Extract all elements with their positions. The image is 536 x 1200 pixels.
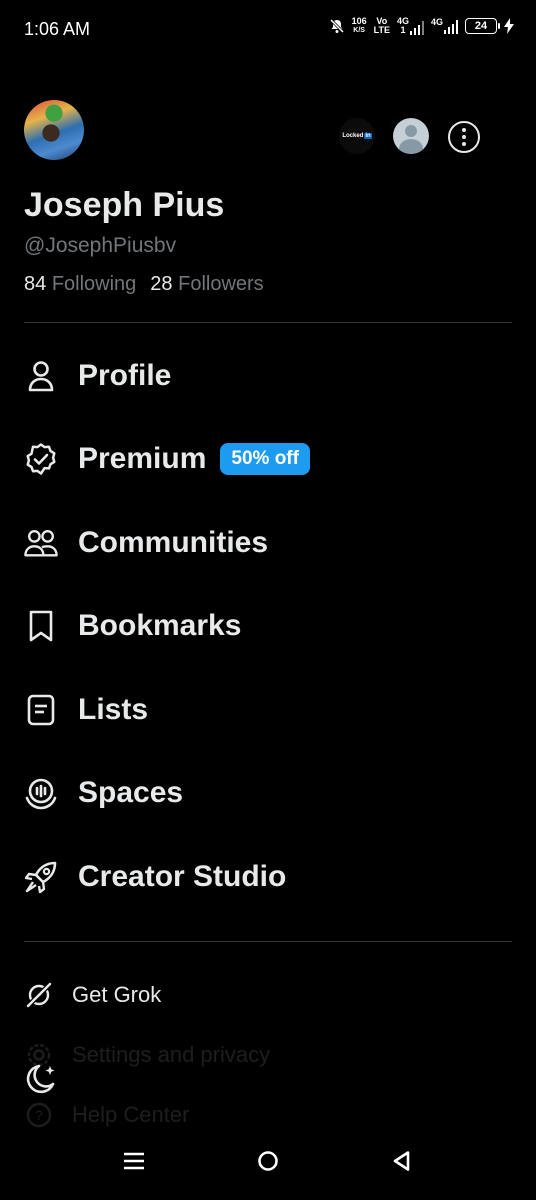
settings-label: Settings and privacy: [72, 1042, 271, 1067]
help-icon: ?: [24, 1100, 54, 1130]
system-navigation-bar: [0, 1130, 536, 1200]
other-account-label: Locked: [342, 133, 364, 139]
notifications-muted-icon: [329, 18, 344, 34]
profile-avatar[interactable]: [24, 100, 84, 160]
signal-bars-icon: [409, 19, 424, 35]
sim1-signal: 4G 1: [397, 17, 424, 35]
menu-item-get-grok[interactable]: Get Grok: [24, 980, 512, 1010]
menu-item-premium[interactable]: Premium 50% off: [24, 418, 512, 502]
communities-icon: [24, 526, 58, 560]
linkedin-mark: in: [364, 133, 372, 139]
network-speed: 106 K/S: [352, 17, 367, 35]
menu-item-settings[interactable]: Settings and privacy: [24, 1040, 512, 1070]
rocket-icon: [24, 860, 58, 894]
spaces-icon: [24, 776, 58, 810]
volte-indicator: Vo LTE: [374, 17, 390, 35]
grok-icon: [24, 980, 54, 1010]
get-grok-label: Get Grok: [72, 982, 162, 1007]
menu-item-communities[interactable]: Communities: [24, 501, 512, 585]
menu-item-lists[interactable]: Lists: [24, 668, 512, 752]
net-speed-unit: K/S: [353, 27, 365, 34]
following-link[interactable]: 84 Following: [24, 273, 136, 296]
menu-item-help-center[interactable]: ? Help Center: [24, 1100, 512, 1130]
volte-bottom: LTE: [373, 25, 390, 35]
sim1-slot: 1: [400, 25, 406, 35]
menu-label: Creator Studio: [78, 859, 287, 893]
help-center-label: Help Center: [72, 1102, 190, 1127]
status-time: 1:06 AM: [24, 19, 91, 39]
followers-link[interactable]: 28 Followers: [150, 273, 263, 296]
more-options-button[interactable]: [448, 121, 480, 153]
dot-icon: [462, 135, 466, 139]
svg-text:?: ?: [35, 1107, 43, 1123]
sim2-signal: 4G: [431, 18, 458, 34]
profile-name[interactable]: Joseph Pius: [24, 186, 224, 225]
moon-icon: [26, 1064, 55, 1094]
menu-label: Profile: [78, 358, 172, 392]
status-bar: 1:06 AM 106 K/S Vo LTE 4G 1 4G 24: [0, 0, 536, 60]
recent-apps-icon[interactable]: [123, 1150, 145, 1172]
menu-label: Communities: [78, 525, 269, 559]
discount-badge: 50% off: [220, 443, 310, 476]
switch-account-avatar[interactable]: [393, 118, 429, 154]
divider: [24, 322, 512, 323]
following-label: Following: [51, 273, 137, 295]
menu-item-bookmarks[interactable]: Bookmarks: [24, 585, 512, 669]
followers-label: Followers: [178, 273, 264, 295]
net-speed-value: 106: [351, 16, 367, 26]
menu-label: Bookmarks: [78, 609, 242, 643]
lists-icon: [24, 693, 58, 727]
dot-icon: [462, 142, 466, 146]
display-theme-button[interactable]: [22, 1062, 58, 1098]
following-count: 84: [24, 273, 47, 295]
bookmark-icon: [24, 609, 58, 643]
followers-count: 28: [150, 273, 173, 295]
verified-badge-icon: [24, 442, 58, 476]
dot-icon: [462, 128, 466, 132]
charging-icon: [504, 18, 514, 34]
follow-stats: 84 Following 28 Followers: [24, 273, 264, 296]
switch-account-locked-in[interactable]: Locked in: [339, 118, 375, 154]
person-icon: [24, 359, 58, 393]
status-icons: 106 K/S Vo LTE 4G 1 4G 24: [329, 17, 514, 35]
battery-icon: 24: [465, 18, 500, 34]
divider: [24, 941, 512, 942]
menu-item-creator-studio[interactable]: Creator Studio: [24, 835, 512, 919]
signal-bars-icon: [444, 18, 458, 34]
menu-label: Lists: [78, 692, 149, 726]
menu-label: Premium: [78, 442, 207, 476]
profile-handle: @JosephPiusbv: [24, 234, 177, 257]
drawer-menu: Profile Premium 50% off Communities Book…: [24, 334, 512, 919]
menu-item-profile[interactable]: Profile: [24, 334, 512, 418]
menu-item-spaces[interactable]: Spaces: [24, 752, 512, 836]
menu-label: Spaces: [78, 776, 184, 810]
home-icon[interactable]: [257, 1150, 279, 1172]
sim1-type: 4G 1: [397, 17, 409, 35]
back-icon[interactable]: [391, 1150, 413, 1172]
sim2-network: 4G: [430, 17, 443, 27]
